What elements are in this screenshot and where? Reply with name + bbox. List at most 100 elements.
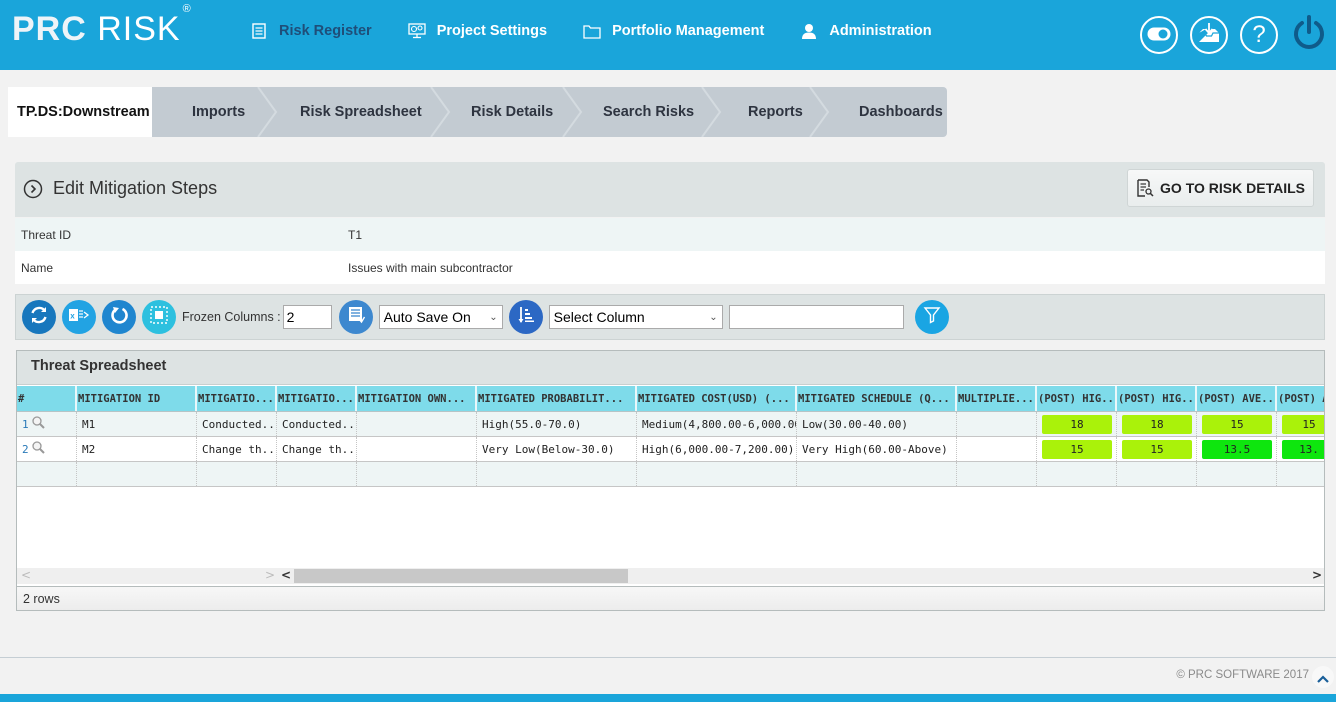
score-cell[interactable]: 15 (1277, 412, 1324, 436)
filter-input[interactable] (728, 305, 904, 329)
tab-reports[interactable]: Reports (716, 87, 830, 137)
score-badge: 13. (1282, 439, 1324, 459)
select-column-dropdown[interactable]: Select Column ⌄ (548, 305, 723, 329)
table-cell[interactable]: M2 (77, 437, 197, 461)
frozen-columns-input[interactable] (282, 305, 332, 329)
table-cell[interactable]: High(6,000.00-7,200.00) (637, 437, 797, 461)
help-button[interactable]: ? (1240, 16, 1278, 54)
empty-cell[interactable] (1277, 462, 1324, 486)
horizontal-scrollbar[interactable]: < > < > (17, 568, 1324, 584)
nav-portfolio-management[interactable]: Portfolio Management (583, 22, 764, 40)
auto-save-select[interactable]: Auto Save On ⌄ (378, 305, 503, 329)
grid-table: # MITIGATION ID MITIGATIO... MITIGATIO... MI… (17, 386, 1324, 487)
empty-cell[interactable] (1037, 462, 1117, 486)
select-area-icon (149, 305, 169, 329)
score-cell[interactable]: 13. (1277, 437, 1324, 461)
row-number[interactable]: 1 (22, 418, 29, 431)
column-header[interactable]: (POST) HIG... (1117, 386, 1197, 411)
score-cell[interactable]: 18 (1037, 412, 1117, 436)
column-header[interactable]: MITIGATION ID (77, 386, 197, 411)
score-cell[interactable]: 15 (1117, 437, 1197, 461)
sort-button[interactable] (508, 300, 543, 334)
column-header[interactable]: (POST) AVE... (1197, 386, 1277, 411)
nav-administration[interactable]: Administration (800, 22, 932, 40)
scrollbar-thumb[interactable] (294, 569, 628, 583)
save-button[interactable] (338, 300, 373, 334)
column-header[interactable]: MITIGATIO... (197, 386, 277, 411)
column-header[interactable]: MITIGATED COST(USD) (... (637, 386, 797, 411)
table-cell[interactable]: Low(30.00-40.00) (797, 412, 957, 436)
toggle-icon (1147, 26, 1171, 45)
table-cell[interactable]: Conducted... (277, 412, 357, 436)
table-cell[interactable] (357, 412, 477, 436)
column-header[interactable]: (POST) A (1277, 386, 1324, 411)
nav-project-settings[interactable]: Project Settings (408, 22, 547, 40)
table-cell[interactable] (957, 412, 1037, 436)
tab-risk-spreadsheet[interactable]: Risk Spreadsheet (272, 87, 451, 137)
go-to-risk-details-button[interactable]: GO TO RISK DETAILS (1127, 169, 1314, 207)
nav-risk-register[interactable]: Risk Register (250, 22, 372, 40)
inbox-download-button[interactable] (1190, 16, 1228, 54)
column-header[interactable]: MITIGATED SCHEDULE (Q... (797, 386, 957, 411)
table-row[interactable]: 1 M1 Conducted... Conducted... High(55.0-70.… (17, 412, 1324, 437)
tab-risk-details[interactable]: Risk Details (445, 87, 583, 137)
table-cell[interactable]: Change th... (197, 437, 277, 461)
empty-cell[interactable] (637, 462, 797, 486)
empty-cell[interactable] (77, 462, 197, 486)
empty-cell[interactable] (1197, 462, 1277, 486)
row-number[interactable]: 2 (22, 443, 29, 456)
grid-title: Threat Spreadsheet (17, 351, 1324, 385)
column-header[interactable]: MITIGATIO... (277, 386, 357, 411)
table-row[interactable]: 2 M2 Change th... Change th... Very Low(Belo… (17, 437, 1324, 462)
column-header[interactable]: # (17, 386, 77, 411)
empty-cell[interactable] (197, 462, 277, 486)
table-cell[interactable]: High(55.0-70.0) (477, 412, 637, 436)
scroll-right-frozen-icon[interactable]: > (265, 568, 275, 582)
empty-cell[interactable] (17, 462, 77, 486)
filter-button[interactable] (914, 300, 949, 334)
select-all-button[interactable] (142, 300, 176, 334)
magnifier-icon[interactable] (31, 416, 45, 432)
export-excel-button[interactable]: x (62, 300, 96, 334)
tab-search-risks[interactable]: Search Risks (577, 87, 722, 137)
empty-cell[interactable] (797, 462, 957, 486)
table-cell[interactable]: Very Low(Below-30.0) (477, 437, 637, 461)
toggle-button[interactable] (1140, 16, 1178, 54)
score-cell[interactable]: 15 (1037, 437, 1117, 461)
empty-cell[interactable] (277, 462, 357, 486)
table-cell[interactable] (357, 437, 477, 461)
empty-cell[interactable] (957, 462, 1037, 486)
empty-row[interactable] (17, 462, 1324, 487)
tab-project[interactable]: TP.DS:Downstream (8, 87, 152, 137)
undo-button[interactable] (102, 300, 136, 334)
score-badge: 13.5 (1202, 439, 1272, 459)
tab-imports[interactable]: Imports (152, 87, 278, 137)
scroll-left-icon[interactable]: < (281, 568, 291, 582)
header-actions: ? (1140, 15, 1328, 54)
scroll-right-icon[interactable]: > (1312, 568, 1322, 582)
empty-cell[interactable] (1117, 462, 1197, 486)
score-cell[interactable]: 15 (1197, 412, 1277, 436)
column-header[interactable]: MITIGATED PROBABILIT... (477, 386, 637, 411)
refresh-button[interactable] (22, 300, 56, 334)
column-header[interactable]: (POST) HIG... (1037, 386, 1117, 411)
frozen-columns-label: Frozen Columns : (182, 310, 281, 324)
table-cell[interactable] (957, 437, 1037, 461)
scroll-to-top-button[interactable] (1312, 666, 1334, 688)
table-cell[interactable]: Change th... (277, 437, 357, 461)
scroll-left-icon[interactable]: < (21, 568, 31, 582)
column-header[interactable]: MITIGATION OWN... (357, 386, 477, 411)
score-cell[interactable]: 13.5 (1197, 437, 1277, 461)
table-cell[interactable]: M1 (77, 412, 197, 436)
empty-cell[interactable] (477, 462, 637, 486)
chevron-circle-right-icon[interactable] (23, 179, 43, 199)
power-button[interactable] (1290, 15, 1328, 54)
tab-dashboards[interactable]: Dashboards (824, 87, 944, 137)
column-header[interactable]: MULTIPLIE... (957, 386, 1037, 411)
empty-cell[interactable] (357, 462, 477, 486)
score-cell[interactable]: 18 (1117, 412, 1197, 436)
table-cell[interactable]: Conducted... (197, 412, 277, 436)
table-cell[interactable]: Medium(4,800.00-6,000.00 (637, 412, 797, 436)
table-cell[interactable]: Very High(60.00-Above) (797, 437, 957, 461)
magnifier-icon[interactable] (31, 441, 45, 457)
